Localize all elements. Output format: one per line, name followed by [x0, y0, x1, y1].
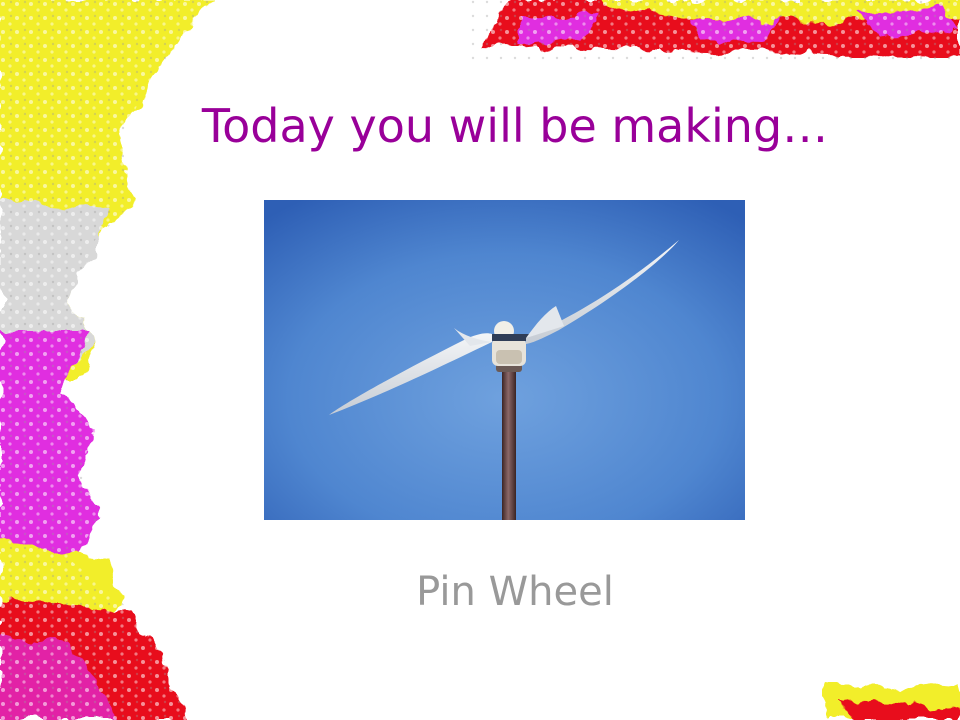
slide-title: Today you will be making…	[201, 99, 829, 153]
bottom-right-border-corner	[822, 682, 960, 720]
turbine-pole	[502, 365, 516, 520]
wind-turbine-photo	[264, 200, 745, 520]
image-caption: Pin Wheel	[416, 569, 614, 615]
slide: Today you will be making… Pin Wheel	[0, 0, 960, 720]
